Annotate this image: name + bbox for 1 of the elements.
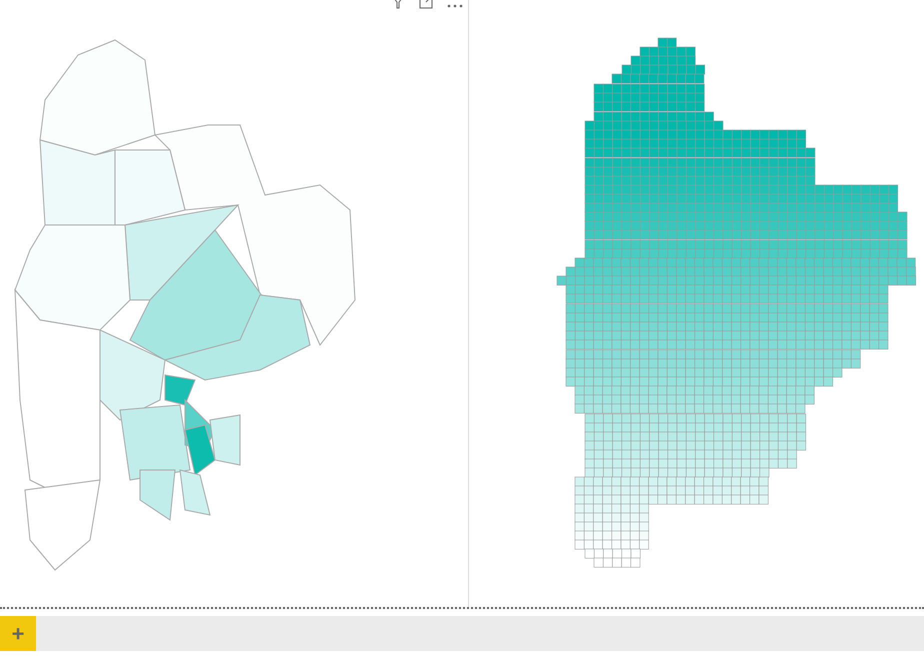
add-page-button[interactable]: +: [0, 616, 36, 651]
